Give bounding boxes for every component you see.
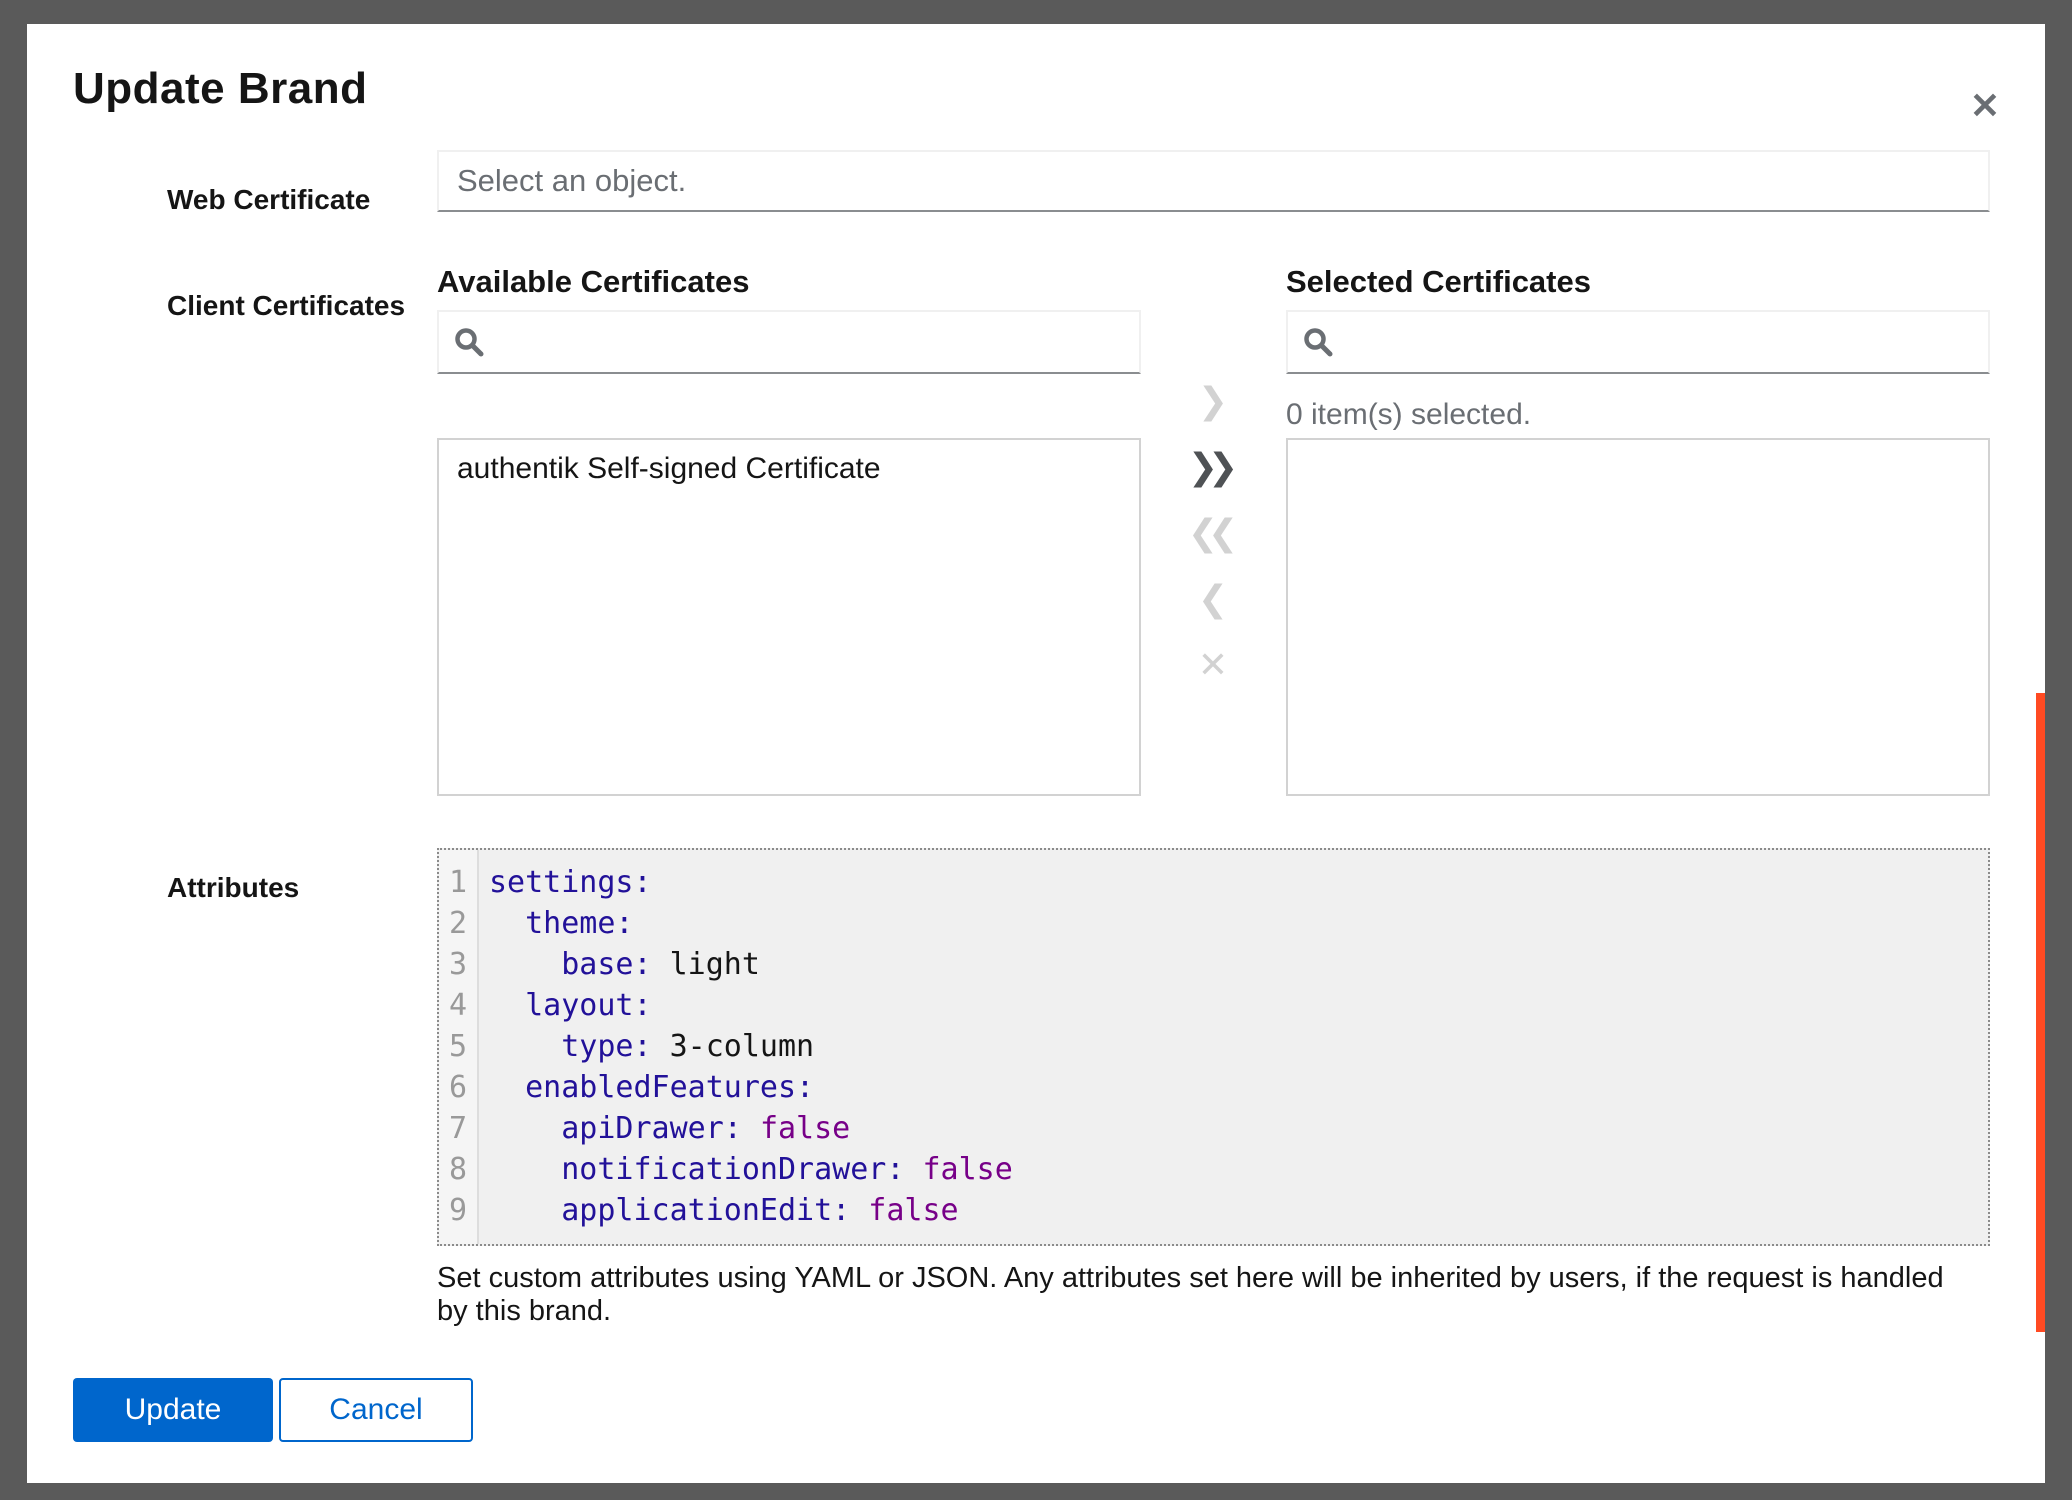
code-line-number: 3 — [439, 944, 477, 985]
cancel-button[interactable]: Cancel — [279, 1378, 473, 1442]
selected-search-box — [1286, 310, 1990, 374]
selected-certificates-list — [1286, 438, 1990, 796]
selected-status: 0 item(s) selected. — [1286, 398, 1531, 432]
move-all-left-button[interactable]: ❮❮ — [1183, 508, 1243, 560]
remove-selected-button[interactable]: ✕ — [1183, 640, 1243, 692]
code-line: enabledFeatures: — [489, 1067, 1988, 1108]
attributes-code-editor[interactable]: 123456789 settings: theme: base: light l… — [437, 848, 1990, 1246]
code-line: apiDrawer: false — [489, 1108, 1988, 1149]
modal-title: Update Brand — [73, 64, 367, 114]
code-line-number: 7 — [439, 1108, 477, 1149]
code-line: applicationEdit: false — [489, 1190, 1988, 1231]
transfer-buttons: ❯❯❯❮❮❮✕ — [1173, 376, 1253, 692]
code-content[interactable]: settings: theme: base: light layout: typ… — [479, 850, 1988, 1244]
selected-search-input[interactable] — [1346, 311, 1974, 373]
available-certificates-title: Available Certificates — [437, 264, 749, 300]
code-line-number: 4 — [439, 985, 477, 1026]
update-button[interactable]: Update — [73, 1378, 273, 1442]
available-search-input[interactable] — [497, 311, 1125, 373]
code-line-number: 1 — [439, 862, 477, 903]
attributes-label: Attributes — [167, 872, 299, 904]
code-line: settings: — [489, 862, 1988, 903]
page-backdrop: { "modal": { "title": "Update Brand", "c… — [0, 0, 2072, 1500]
available-search-box — [437, 310, 1141, 374]
web-certificate-select[interactable] — [437, 150, 1990, 212]
code-line-numbers: 123456789 — [439, 850, 479, 1244]
page-scrollbar-thumb[interactable] — [2036, 693, 2045, 1332]
search-icon — [1302, 326, 1334, 358]
search-icon — [453, 326, 485, 358]
available-certificate-item[interactable]: authentik Self-signed Certificate — [439, 440, 1139, 498]
move-selected-right-button[interactable]: ❯ — [1183, 376, 1243, 428]
attributes-help-text: Set custom attributes using YAML or JSON… — [437, 1262, 1957, 1328]
code-line-number: 5 — [439, 1026, 477, 1067]
move-all-right-button[interactable]: ❯❯ — [1183, 442, 1243, 494]
code-line-number: 9 — [439, 1190, 477, 1231]
web-certificate-label: Web Certificate — [167, 184, 370, 216]
code-line: layout: — [489, 985, 1988, 1026]
move-selected-left-button[interactable]: ❮ — [1183, 574, 1243, 626]
code-line: theme: — [489, 903, 1988, 944]
update-brand-modal: Update Brand ✕ Web Certificate Client Ce… — [27, 24, 2045, 1483]
client-certificates-label: Client Certificates — [167, 290, 405, 322]
code-line-number: 8 — [439, 1149, 477, 1190]
code-line-number: 6 — [439, 1067, 477, 1108]
code-line: type: 3-column — [489, 1026, 1988, 1067]
code-line: notificationDrawer: false — [489, 1149, 1988, 1190]
available-certificates-list: authentik Self-signed Certificate — [437, 438, 1141, 796]
code-line: base: light — [489, 944, 1988, 985]
selected-certificates-title: Selected Certificates — [1286, 264, 1591, 300]
code-line-number: 2 — [439, 903, 477, 944]
close-icon[interactable]: ✕ — [1955, 76, 2015, 136]
